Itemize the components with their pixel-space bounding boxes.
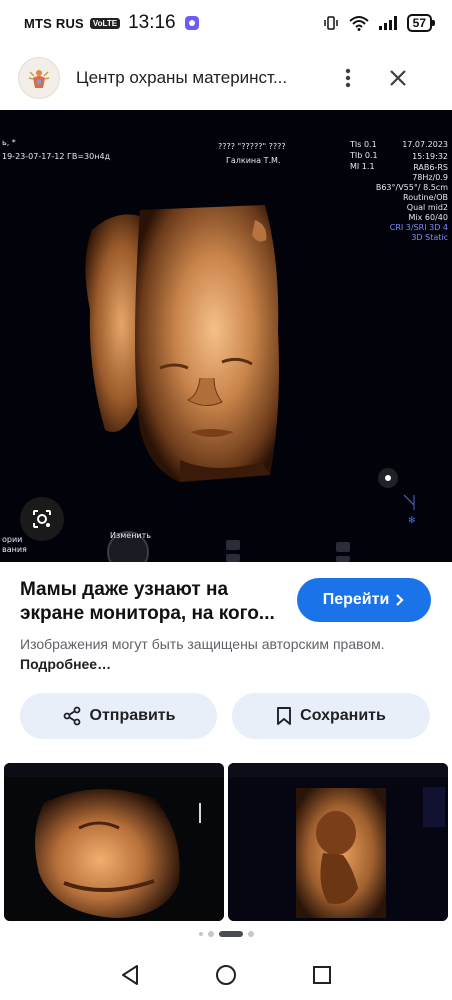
share-button[interactable]: Отправить (20, 693, 217, 739)
system-nav-bar (0, 950, 452, 1000)
status-bar: MTS RUS VoLTE 13:16 57 (0, 0, 452, 46)
volte-badge: VoLTE (89, 17, 121, 29)
pager-dot (247, 931, 254, 937)
status-right: 57 (323, 14, 436, 32)
clock: 13:16 (128, 12, 176, 33)
pager-dot-active (218, 931, 243, 937)
carrier-name: MTS RUS (24, 15, 84, 31)
us-center-1: ???? "?????" ???? (218, 142, 286, 151)
us-top-left-1: ь, * (2, 138, 16, 147)
message-icon (184, 16, 199, 30)
site-logo-icon (28, 70, 50, 88)
main-image[interactable]: ✻ ь, * 19-23-07-17-12 ГВ=30н4д ???? "???… (0, 110, 452, 562)
us-mi: MI 1.1 (350, 162, 375, 171)
page-title[interactable]: Центр охраны материнст... (76, 68, 316, 88)
svg-text:✻: ✻ (408, 516, 416, 526)
pager-dots (0, 931, 452, 937)
us-top-left-2: 19-23-07-17-12 ГВ=30н4д (2, 152, 111, 161)
vibrate-icon (323, 16, 338, 30)
battery-icon: 57 (406, 14, 436, 32)
us-mode: 3D Static (411, 233, 448, 242)
us-tib: TIb 0.1 (350, 151, 378, 160)
lens-button[interactable] (20, 497, 64, 541)
us-preset: Routine/OB (403, 193, 448, 202)
more-info-link[interactable]: Подробнее… (20, 656, 111, 672)
us-qual: Qual mid2 (406, 203, 448, 212)
copyright-text: Изображения могут быть защищены авторски… (20, 636, 385, 652)
close-icon[interactable] (386, 66, 410, 90)
us-center-2: Галкина Т.М. (226, 156, 281, 165)
wifi-icon (348, 16, 369, 31)
us-date: 17.07.2023 (402, 140, 448, 149)
us-bottom-left-1: ории (2, 535, 23, 544)
related-image-2[interactable] (228, 763, 448, 921)
pager-dot (198, 932, 203, 936)
signal-icon (378, 16, 397, 30)
lens-icon (33, 510, 51, 528)
result-caption[interactable]: Мамы даже узнают на экране монитора, на … (20, 578, 290, 626)
save-button[interactable]: Сохранить (232, 693, 430, 739)
back-icon[interactable] (118, 963, 142, 987)
us-angle: B63°/V55°/ 8.5cm (375, 183, 448, 192)
status-left: MTS RUS VoLTE 13:16 (24, 12, 199, 34)
chevron-right-icon (396, 594, 404, 606)
more-vert-icon[interactable] (336, 66, 360, 90)
share-icon (63, 706, 80, 726)
us-bottom-left-2: вания (2, 545, 27, 554)
us-cri: CRI 3/SRI 3D 4 (389, 223, 448, 232)
share-button-label: Отправить (89, 707, 176, 724)
us-freq: 78Hz/0.9 (412, 173, 448, 182)
us-tis: TIs 0.1 (350, 140, 377, 149)
us-mix: Mix 60/40 (408, 213, 448, 222)
site-logo[interactable] (18, 57, 60, 99)
related-image-1-graphic (4, 763, 224, 921)
bookmark-icon (277, 707, 292, 725)
recents-icon[interactable] (310, 963, 334, 987)
us-bottom-center: Изменить (110, 531, 151, 540)
copyright-notice: Изображения могут быть защищены авторски… (20, 634, 420, 674)
us-probe: RAB6-RS (413, 163, 448, 172)
us-time: 15:19:32 (412, 152, 448, 161)
app-header: Центр охраны материнст... (0, 50, 452, 106)
save-button-label: Сохранить (300, 707, 386, 724)
related-image-2-graphic (228, 763, 448, 921)
go-button-label: Перейти (322, 591, 390, 608)
related-image-1[interactable] (4, 763, 224, 921)
go-button[interactable]: Перейти (297, 578, 431, 622)
ultrasound-3d-face: ✻ (0, 110, 452, 562)
pager-dot (207, 931, 214, 937)
home-icon[interactable] (214, 963, 238, 987)
